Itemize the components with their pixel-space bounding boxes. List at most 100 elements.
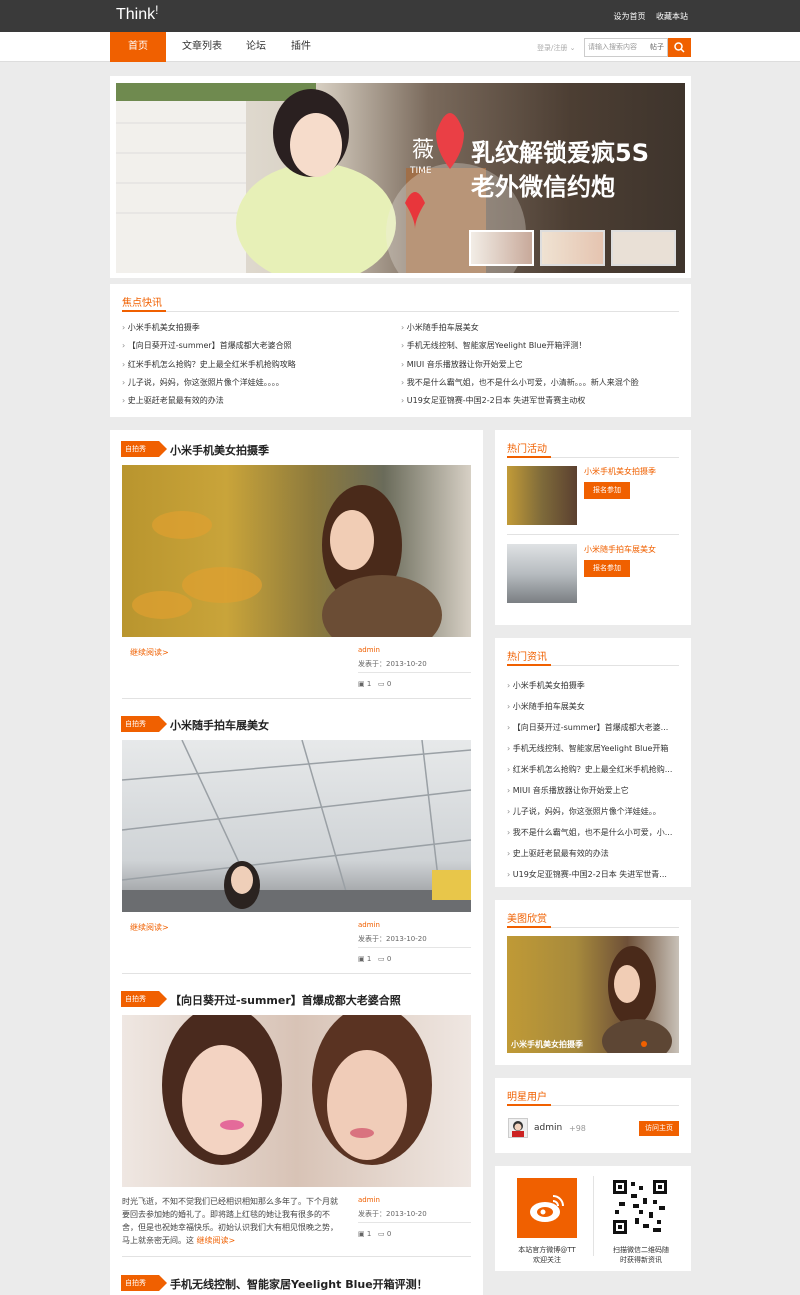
category-tag[interactable]: 自拍秀: [121, 1275, 167, 1291]
banner-card: 薇 TIME 乳纹解锁爱疯5S 老外微信约炮: [110, 76, 691, 278]
section-title: 明星用户: [507, 1092, 547, 1103]
list-item[interactable]: 小米手机美女拍摄季: [122, 322, 200, 333]
gallery-image[interactable]: 小米手机美女拍摄季: [507, 936, 679, 1053]
login-link[interactable]: 登录/注册 ⌄: [537, 43, 575, 53]
top-bar: Think! 设为首页 收藏本站: [0, 0, 800, 32]
article-divider: [122, 973, 471, 974]
nav-item-forum[interactable]: 论坛: [246, 32, 266, 62]
section-title: 热门资讯: [507, 652, 547, 663]
list-item[interactable]: U19女足亚锦赛-中国2-2日本 失进军世青...: [507, 869, 677, 880]
post-counts: ▣ 1 ▭ 0: [358, 955, 392, 963]
section-divider: [507, 1104, 679, 1106]
set-homepage-link[interactable]: 设为首页: [613, 12, 645, 21]
hot-events-card: 热门活动 小米手机美女拍摄季 报名参加 小米随手拍车展美女 报名参加: [495, 430, 691, 625]
post-date: 发表于：2013-10-20: [358, 1210, 427, 1218]
list-item[interactable]: 红米手机怎么抢购？史上最全红米手机抢购攻略: [122, 359, 296, 370]
username[interactable]: admin: [534, 1123, 562, 1133]
photo-illustration: [132, 485, 442, 637]
avatar[interactable]: [508, 1118, 528, 1138]
list-item[interactable]: 我不是什么霸气姐，也不是什么小可爱，小清新。。。新人来混个脸: [401, 377, 639, 388]
post-counts: ▣ 1 ▭ 0: [358, 1230, 392, 1238]
follow-card: 本站官方微博@TT 欢迎关注 扫描微信二维码随 时获得新资讯: [495, 1166, 691, 1271]
category-tag[interactable]: 自拍秀: [121, 991, 167, 1007]
user-score: +98: [569, 1124, 586, 1133]
event-title[interactable]: 小米随手拍车展美女: [584, 544, 656, 555]
event-title[interactable]: 小米手机美女拍摄季: [584, 466, 656, 477]
post-date: 发表于：2013-10-20: [358, 935, 427, 943]
meta-divider: [358, 1222, 471, 1223]
user-avatar-icon: [512, 1121, 524, 1137]
read-more-link[interactable]: 继续阅读>: [197, 1236, 236, 1245]
article-excerpt: 时光飞逝，不知不觉我们已经相识相知那么多年了。下个月就要回去参加她的婚礼了。即将…: [122, 1197, 338, 1245]
event-thumb[interactable]: [507, 466, 577, 525]
comment-icon: ▭: [378, 1230, 385, 1238]
banner-thumb-1[interactable]: [469, 230, 534, 266]
author-link[interactable]: admin: [358, 921, 380, 929]
meta-divider: [358, 947, 471, 948]
list-item[interactable]: 小米随手拍车展美女: [507, 701, 677, 712]
quick-news-card: 焦点快讯 小米手机美女拍摄季 【向日葵开过-summer】首爆成都大老婆合照 红…: [110, 284, 691, 417]
article-title[interactable]: 小米随手拍车展美女: [170, 717, 269, 733]
like-icon: ▣: [358, 1230, 365, 1238]
banner-thumb-3[interactable]: [611, 230, 676, 266]
read-more-link[interactable]: 继续阅读>: [130, 922, 169, 933]
meta-divider: [358, 672, 471, 673]
signup-button[interactable]: 报名参加: [584, 560, 630, 577]
author-link[interactable]: admin: [358, 646, 380, 654]
weibo-qr[interactable]: [517, 1178, 577, 1238]
signup-button[interactable]: 报名参加: [584, 482, 630, 499]
event-thumb[interactable]: [507, 544, 577, 603]
list-item[interactable]: 手机无线控制、智能家居Yeelight Blue开箱评测！: [401, 340, 587, 351]
search-button[interactable]: [668, 38, 691, 57]
category-tag[interactable]: 自拍秀: [121, 716, 167, 732]
list-item[interactable]: MIUI 音乐播放器让你开始爱上它: [507, 785, 677, 796]
list-item[interactable]: 儿子说，妈妈，你这张照片像个洋娃娃。。。。: [122, 377, 284, 388]
list-item[interactable]: 小米手机美女拍摄季: [507, 680, 677, 691]
section-title: 焦点快讯: [122, 298, 162, 309]
nav-item-home[interactable]: 首页: [110, 32, 166, 62]
list-item[interactable]: 儿子说，妈妈，你这张照片像个洋娃娃。。: [507, 806, 677, 817]
category-tag[interactable]: 自拍秀: [121, 441, 167, 457]
list-item[interactable]: 红米手机怎么抢购？史上最全红米手机抢购...: [507, 764, 677, 775]
article-title[interactable]: 【向日葵开过-summer】首爆成都大老婆合照: [170, 992, 401, 1008]
article-image[interactable]: [122, 1015, 471, 1187]
list-item[interactable]: 【向日葵开过-summer】首爆成都大老婆...: [507, 722, 677, 733]
article-title[interactable]: 小米手机美女拍摄季: [170, 442, 269, 458]
list-item[interactable]: 史上驱赶老鼠最有效的办法: [507, 848, 677, 859]
section-title: 美图欣赏: [507, 914, 547, 925]
visit-homepage-button[interactable]: 访问主页: [639, 1121, 679, 1136]
comment-icon: ▭: [378, 955, 385, 963]
list-item[interactable]: U19女足亚锦赛-中国2-2日本 失进军世青赛主动权: [401, 395, 586, 406]
like-icon: ▣: [358, 680, 365, 688]
author-link[interactable]: admin: [358, 1196, 380, 1204]
bookmark-link[interactable]: 收藏本站: [656, 12, 688, 21]
list-item[interactable]: 小米随手拍车展美女: [401, 322, 479, 333]
banner-thumb-2[interactable]: [540, 230, 605, 266]
search-scope-select[interactable]: 帖子: [650, 39, 664, 56]
photo-illustration: [122, 740, 471, 912]
list-item[interactable]: 【向日葵开过-summer】首爆成都大老婆合照: [122, 340, 292, 351]
qr-code-icon: [613, 1180, 667, 1234]
slide-dot[interactable]: [641, 1041, 647, 1047]
article-image[interactable]: [122, 740, 471, 912]
read-more-link[interactable]: 继续阅读>: [130, 647, 169, 658]
wechat-caption: 扫描微信二维码随 时获得新资讯: [613, 1246, 669, 1264]
wechat-qr-code[interactable]: [613, 1180, 667, 1234]
list-item[interactable]: 我不是什么霸气姐，也不是什么小可爱，小...: [507, 827, 677, 838]
photo-illustration: [162, 1015, 432, 1165]
article-image[interactable]: [122, 465, 471, 637]
weibo-caption: 本站官方微博@TT 欢迎关注: [518, 1246, 576, 1264]
article-title[interactable]: 手机无线控制、智能家居Yeelight Blue开箱评测！: [170, 1276, 428, 1292]
list-item[interactable]: MIUI 音乐播放器让你开始爱上它: [401, 359, 523, 370]
site-logo[interactable]: Think!: [116, 3, 158, 24]
banner-image[interactable]: 薇 TIME 乳纹解锁爱疯5S 老外微信约炮: [116, 83, 685, 273]
weibo-icon: [530, 1195, 564, 1222]
list-item[interactable]: 史上驱赶老鼠最有效的办法: [122, 395, 224, 406]
list-item[interactable]: 手机无线控制、智能家居Yeelight Blue开箱: [507, 743, 677, 754]
nav-item-plugins[interactable]: 插件: [291, 32, 311, 62]
nav-item-articles[interactable]: 文章列表: [182, 32, 222, 62]
section-divider: [507, 664, 679, 666]
search-input[interactable]: 请输入搜索内容 帖子: [584, 38, 668, 57]
follow-divider: [593, 1176, 594, 1256]
like-icon: ▣: [358, 955, 365, 963]
